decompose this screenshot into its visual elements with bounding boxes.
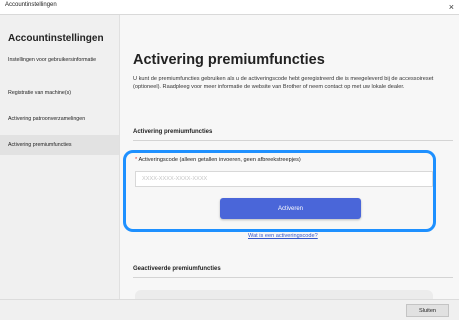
intro-text: U kunt de premiumfuncties gebruiken als …	[133, 76, 434, 90]
close-button[interactable]: Sluiten	[406, 304, 449, 317]
section-divider	[133, 140, 453, 141]
page-title: Activering premiumfuncties	[133, 52, 325, 68]
sidebar-item-machine-registration[interactable]: Registratie van machine(s)	[0, 90, 119, 97]
activated-section-title: Geactiveerde premiumfuncties	[133, 266, 221, 272]
activation-code-label-text: Activeringscode (alleen getallen invoere…	[138, 157, 301, 163]
activate-button[interactable]: Activeren	[220, 198, 361, 219]
required-marker: *	[135, 157, 138, 163]
sidebar: Accountinstellingen Instellingen voor ge…	[0, 15, 120, 299]
footer-bar: Sluiten	[0, 299, 459, 320]
activation-code-input[interactable]	[135, 171, 433, 187]
sidebar-item-premium-features[interactable]: Activering premiumfuncties	[0, 135, 119, 155]
window-title: Accountinstellingen	[5, 2, 57, 8]
sidebar-item-user-info[interactable]: Instellingen voor gebruikersinformatie	[0, 57, 100, 64]
sidebar-heading: Accountinstellingen	[8, 33, 104, 44]
window-close-icon[interactable]: ×	[449, 0, 454, 14]
section-divider	[133, 277, 453, 278]
activation-section-title: Activering premiumfuncties	[133, 129, 213, 135]
activation-code-label: * Activeringscode (alleen getallen invoe…	[135, 157, 301, 163]
sidebar-item-pattern-collections[interactable]: Activering patroonverzamelingen	[0, 116, 119, 123]
window-titlebar: Accountinstellingen ×	[0, 0, 459, 15]
activation-code-help-link[interactable]: Wat is een activeringscode?	[248, 233, 318, 239]
